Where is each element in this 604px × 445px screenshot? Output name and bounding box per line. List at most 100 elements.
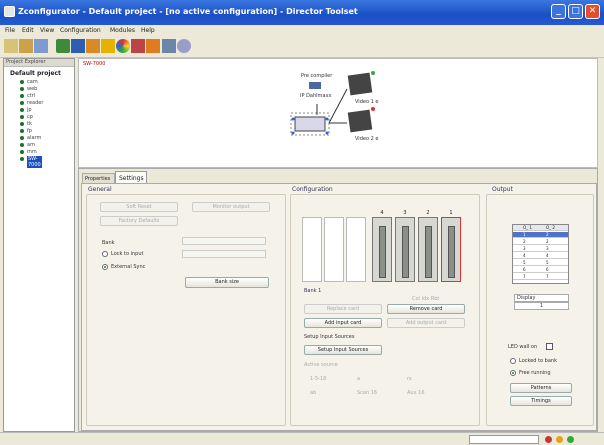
setup-input-sources-button[interactable]: Setup Input Sources [304,345,382,355]
grid-row: 55 [513,260,568,266]
menu-edit[interactable]: Edit [22,27,34,34]
maximize-button[interactable]: □ [568,4,583,19]
source-option[interactable]: ab [310,390,316,396]
menu-bar: File Edit View Configuration Modules Hel… [0,25,604,36]
card-slot-empty[interactable] [346,217,366,282]
locked-bank-radio[interactable] [510,358,516,364]
processor-icon[interactable] [101,39,115,53]
handle-dot [325,117,329,121]
config-icon[interactable] [146,39,160,53]
status-indicator-icon [545,436,552,443]
node-top-icon [309,82,321,89]
source-option[interactable]: 1-5-18 [310,376,326,382]
factory-defaults-button[interactable]: Factory Defaults [100,216,178,226]
save-icon[interactable] [34,39,48,53]
timings-button[interactable]: Timings [510,396,572,406]
handle-dot [291,131,295,135]
card-slot-empty[interactable] [302,217,322,282]
card-number: 1 [449,210,453,216]
free-running-label: Free running [519,370,551,376]
close-button[interactable]: ✕ [585,4,600,19]
source-option[interactable]: rs [407,376,412,382]
tab-properties[interactable]: Properties [82,173,115,183]
display-value[interactable]: 1 [514,302,569,310]
card-slot-1[interactable] [441,217,461,282]
locked-bank-label: Locked to bank [519,358,557,364]
status-dot [371,71,375,75]
router-node [294,116,326,132]
menu-view[interactable]: View [40,27,54,34]
free-running-radio[interactable] [510,370,516,376]
card-node-2-label: Video 2 e [355,136,378,142]
bank-field[interactable] [182,237,266,245]
card-slot-3[interactable] [395,217,415,282]
monitor-icon[interactable] [162,39,176,53]
minimize-button[interactable]: _ [551,4,566,19]
source-option[interactable]: Aux 16 [407,390,425,396]
add-input-card-button[interactable]: Add input card [304,318,382,328]
node-top-label: Pre compiler [301,73,333,79]
card-number: 4 [380,210,384,216]
card-node-1 [347,72,373,96]
led-wall-label: LED wall on [508,344,538,350]
color-icon[interactable] [116,39,130,53]
title-bar[interactable]: Zconfigurator - Default project - [no ac… [0,0,604,25]
input-module-icon[interactable] [56,39,70,53]
settings-body: General Soft Reset Monitor output Factor… [81,183,597,431]
tree-root[interactable]: Default project [10,70,61,77]
add-output-card-button[interactable]: Add output card [387,318,465,328]
device-diagram[interactable]: Pre compiler IP Dahlmaxx Video 1 e Video… [79,59,599,169]
monitor-output-button[interactable]: Monitor output [192,202,270,212]
settings-icon[interactable] [177,39,191,53]
delete-icon[interactable] [131,39,145,53]
remove-card-button[interactable]: Remove card [387,304,465,314]
handle-dot [325,131,329,135]
led-wall-checkbox[interactable] [546,343,553,350]
lock-input-radio[interactable] [102,251,108,257]
card-slot-empty[interactable] [324,217,344,282]
card-slot-4[interactable] [372,217,392,282]
lock-input-label: Lock to input [111,251,144,257]
router-icon[interactable] [86,39,100,53]
configuration-title: Configuration [292,186,333,193]
diagram-canvas[interactable]: SW-7000 Pre compiler IP Dahlmaxx Video 1… [78,58,598,168]
bank-columns: Col Idx Rbt [412,296,440,302]
card-number: 3 [403,210,407,216]
window-title: Zconfigurator - Default project - [no ac… [18,7,358,16]
grid-row: 77 [513,274,568,280]
bank-size-button[interactable]: Bank size [185,277,269,288]
display-label: Display [514,294,569,302]
properties-panel: Properties Settings General Soft Reset M… [78,168,598,432]
app-icon [4,6,15,17]
status-bar [0,432,604,445]
new-icon[interactable] [4,39,18,53]
menu-modules[interactable]: Modules [110,27,135,34]
connector-line [328,88,348,124]
soft-reset-button[interactable]: Soft Reset [100,202,178,212]
external-sync-radio[interactable] [102,264,108,270]
output-module-icon[interactable] [71,39,85,53]
setup-sources-label: Setup Input Sources [304,334,355,340]
app-window: Zconfigurator - Default project - [no ac… [0,0,604,445]
status-field [469,435,539,444]
open-icon[interactable] [19,39,33,53]
card-slot-2[interactable] [418,217,438,282]
grid-row: 66 [513,267,568,273]
active-source-label: Active source [304,362,338,368]
tab-settings[interactable]: Settings [115,171,147,183]
toolbar [0,36,604,58]
handle-dot [291,117,295,121]
status-dot [371,107,375,111]
project-explorer-header: Project Explorer [4,59,74,67]
lock-input-field[interactable] [182,250,266,258]
source-option[interactable]: Scan 16 [357,390,377,396]
output-grid[interactable]: O_ 1 O_ 2 12 22 33 44 55 66 77 [512,224,569,284]
patterns-button[interactable]: Patterns [510,383,572,393]
source-option[interactable]: a [357,376,360,382]
menu-configuration[interactable]: Configuration [60,27,101,34]
menu-help[interactable]: Help [141,27,155,34]
menu-file[interactable]: File [5,27,15,34]
replace-card-button[interactable]: Replace card [304,304,382,314]
general-title: General [88,186,112,193]
grid-row-selected: 12 [513,232,568,238]
